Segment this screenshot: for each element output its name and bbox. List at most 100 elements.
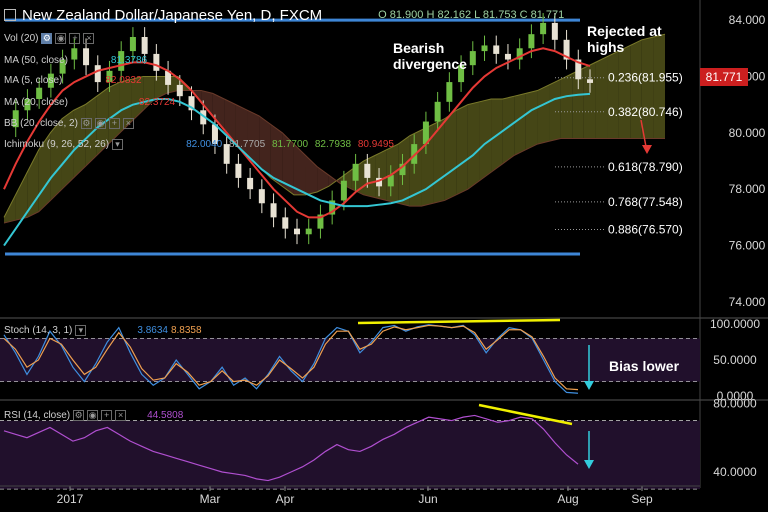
candle-body xyxy=(587,79,593,83)
candle-body xyxy=(247,177,254,190)
fibonacci-level-label: 0.382(80.746) xyxy=(608,105,683,119)
close-icon[interactable]: × xyxy=(83,33,95,44)
arrow-down-cyan-icon-head xyxy=(584,381,594,390)
ohlc-readout: O 81.900 H 82.162 L 81.753 C 81.771 xyxy=(378,9,565,21)
add-icon[interactable]: + xyxy=(69,33,81,44)
stoch-band-fill xyxy=(0,338,700,382)
price-axis-tick: 80.000 xyxy=(729,126,766,140)
candle-body xyxy=(434,101,441,122)
ichimoku-cloud-segment xyxy=(293,144,306,195)
indicator-bb-label: BB (20, close, 2) xyxy=(4,118,78,129)
indicator-vol-label: Vol (20) xyxy=(4,33,39,44)
price-axis-tick: 84.000 xyxy=(729,13,766,27)
ichimoku-cloud-segment xyxy=(467,101,480,190)
add-icon[interactable]: + xyxy=(101,410,113,421)
x-axis-tick-label: Sep xyxy=(631,492,653,506)
ichimoku-span-b-value: 80.9495 xyxy=(357,139,394,150)
settings-icon[interactable]: ⚙ xyxy=(80,118,92,129)
ichimoku-lagging-value: 81.7700 xyxy=(271,139,309,150)
ichimoku-cloud-segment xyxy=(433,118,445,204)
arrow-down-red-icon-head xyxy=(642,145,652,154)
candle-body xyxy=(258,189,265,204)
candle-body xyxy=(282,217,289,229)
ichimoku-cloud-segment xyxy=(595,56,608,139)
ichimoku-cloud-segment xyxy=(607,51,619,139)
annotation-bias-lower: Bias lower xyxy=(609,358,680,374)
ichimoku-cloud-segment xyxy=(27,149,39,218)
candle-body xyxy=(364,163,371,178)
indicator-ma50-value: 81.3786 xyxy=(110,55,148,66)
ichimoku-cloud-segment xyxy=(525,90,538,150)
candle-body xyxy=(551,22,558,40)
ichimoku-cloud-segment xyxy=(375,149,387,201)
ichimoku-base-value: 81.7705 xyxy=(229,139,266,150)
rsi-band-fill xyxy=(0,420,700,490)
indicator-ichimoku-label: Ichimoku (9, 26, 52, 26) xyxy=(4,139,110,150)
indicator-rsi-value: 44.5808 xyxy=(147,410,184,421)
chart-header: New Zealand Dollar/Japanese Yen, D, FXCM… xyxy=(4,6,564,24)
close-icon[interactable]: × xyxy=(115,410,127,421)
indicator-ma5-value: 82.0832 xyxy=(105,75,142,86)
ichimoku-conversion-value: 82.0040 xyxy=(186,139,223,150)
eye-icon[interactable]: ◉ xyxy=(94,118,106,129)
chevron-down-icon[interactable]: ▾ xyxy=(75,325,87,336)
price-axis-tick: 74.000 xyxy=(729,295,766,309)
close-icon[interactable]: × xyxy=(122,118,134,129)
indicator-ichimoku[interactable]: Ichimoku (9, 26, 52, 26) ▾ 82.0040 81.77… xyxy=(4,139,398,150)
indicator-ma50[interactable]: MA (50, close) 81.3786 xyxy=(4,55,147,66)
candle-body xyxy=(540,22,547,35)
indicator-stoch-k: 3.8634 xyxy=(137,325,168,336)
x-axis-tick-label: Aug xyxy=(557,492,578,506)
indicator-rsi[interactable]: RSI (14, close) ⚙ ◉ + × 44.5808 xyxy=(4,410,183,421)
fibonacci-level-label: 0.886(76.570) xyxy=(608,222,683,236)
collapse-toggle-icon[interactable] xyxy=(4,9,16,21)
indicator-stoch-label: Stoch (14, 3, 1) xyxy=(4,325,73,336)
ichimoku-cloud-segment xyxy=(537,84,550,145)
indicator-stoch-d: 8.8358 xyxy=(170,325,202,336)
indicator-ma5[interactable]: MA (5, close) 82.0832 xyxy=(4,75,142,86)
ichimoku-cloud-segment xyxy=(560,73,573,139)
candle-body xyxy=(528,34,535,49)
x-axis-tick-label: Jun xyxy=(418,492,437,506)
symbol-title: New Zealand Dollar/Japanese Yen, D, FXCM xyxy=(22,6,323,24)
settings-icon[interactable]: ⚙ xyxy=(41,33,53,44)
x-axis-tick-label: 2017 xyxy=(57,492,84,506)
rsi-axis-tick: 80.0000 xyxy=(713,396,757,410)
candle-body xyxy=(446,82,453,102)
indicator-bb[interactable]: BB (20, close, 2) ⚙ ◉ + × xyxy=(4,118,134,129)
settings-icon[interactable]: ⚙ xyxy=(73,410,85,421)
stoch-axis-tick: 100.0000 xyxy=(710,317,760,331)
indicator-rsi-label: RSI (14, close) xyxy=(4,410,71,421)
indicator-ma5-label: MA (5, close) xyxy=(4,75,63,86)
candle-body xyxy=(129,37,136,52)
divergence-line-stoch xyxy=(357,318,561,325)
eye-icon[interactable]: ◉ xyxy=(55,33,67,44)
fibonacci-level-label: 0.236(81.955) xyxy=(608,71,683,85)
indicator-ma20-label: MA (20, close) xyxy=(4,97,68,108)
annotation-bearish-divergence: Bearish divergence xyxy=(393,40,467,72)
candle-body xyxy=(153,53,160,71)
candle-body xyxy=(176,84,183,97)
indicator-ma20[interactable]: MA (20, close) 82.3724 xyxy=(4,97,175,108)
candle-body xyxy=(352,163,359,181)
current-price-tag: 81.771 xyxy=(700,68,748,86)
candle-body xyxy=(305,228,312,235)
ichimoku-cloud-segment xyxy=(444,110,457,201)
candle-body xyxy=(481,45,488,52)
indicator-vol[interactable]: Vol (20) ⚙ ◉ + × xyxy=(4,33,95,44)
candle-body xyxy=(141,37,148,54)
candle-body xyxy=(270,203,277,218)
indicator-stoch[interactable]: Stoch (14, 3, 1) ▾ 3.8634 8.8358 xyxy=(4,325,202,336)
indicator-ma50-label: MA (50, close) xyxy=(4,55,68,66)
price-axis-tick: 76.000 xyxy=(729,239,766,253)
ichimoku-cloud-segment xyxy=(549,79,561,142)
add-icon[interactable]: + xyxy=(108,118,120,129)
eye-icon[interactable]: ◉ xyxy=(87,410,99,421)
chevron-down-icon[interactable]: ▾ xyxy=(112,139,124,150)
fibonacci-level-label: 0.768(77.548) xyxy=(608,195,683,209)
stoch-axis-tick: 50.0000 xyxy=(713,353,757,367)
candle-body xyxy=(493,45,500,54)
candle-body xyxy=(340,180,347,201)
annotation-rejected-at-highs: Rejected at highs xyxy=(587,23,662,55)
x-axis-tick-label: Mar xyxy=(200,492,221,506)
